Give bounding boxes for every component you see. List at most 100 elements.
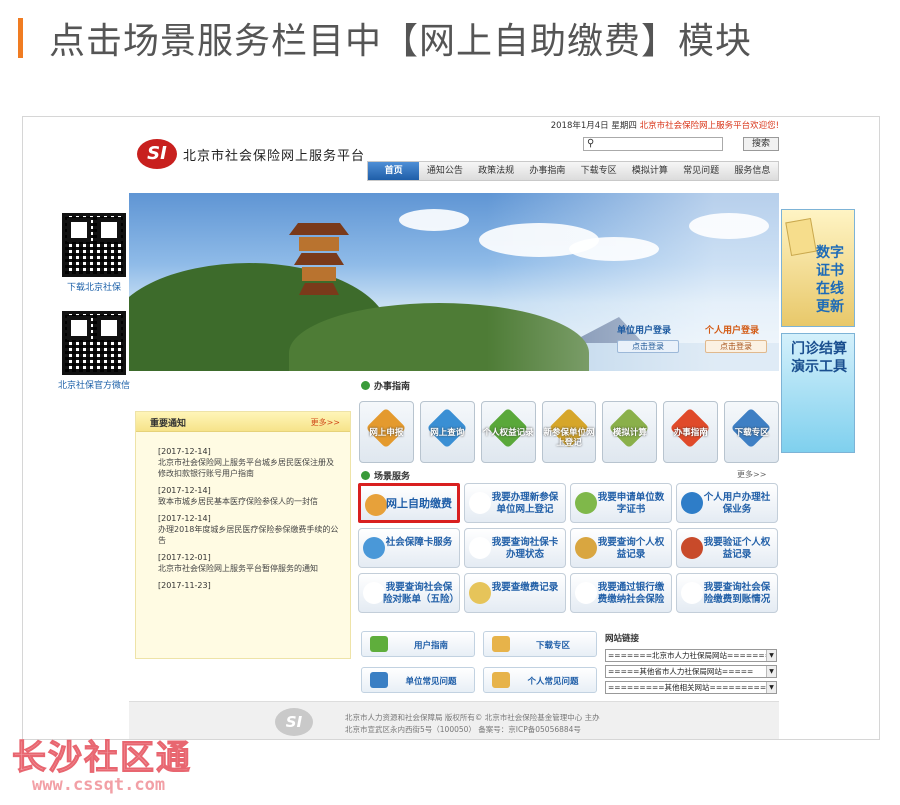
services-grid: 网上自助缴费 我要办理新参保单位网上登记 我要申请单位数字证书 个人用户办理社保业务社… bbox=[358, 483, 778, 613]
notice-more-link[interactable]: 更多>> bbox=[311, 417, 340, 428]
guide-item-register[interactable]: 新参保单位网上登记 bbox=[541, 401, 597, 463]
notice-panel: 重要通知 更多>> [2017-12-14] 北京市社会保险网上服务平台城乡居民医… bbox=[135, 411, 351, 659]
service-item[interactable]: 我要查缴费记录 bbox=[464, 573, 566, 613]
unit-faq-button[interactable]: 单位常见问题 bbox=[361, 667, 475, 693]
guide-item-download[interactable]: 下载专区 bbox=[724, 401, 780, 463]
service-item[interactable]: 我要验证个人权益记录 bbox=[676, 528, 778, 568]
qr-label-download[interactable]: 下载北京社保 bbox=[51, 280, 137, 293]
personal-login: 个人用户登录 点击登录 bbox=[705, 323, 767, 371]
service-label: 社会保障卡服务 bbox=[385, 537, 453, 548]
guide-item-declare[interactable]: 网上申报 bbox=[359, 401, 414, 463]
nav-tab-calculator[interactable]: 模拟计算 bbox=[624, 162, 675, 180]
date-text: 2018年1月4日 星期四 bbox=[550, 121, 637, 131]
service-item[interactable]: 我要查询社会保险对账单（五险） bbox=[358, 573, 460, 613]
user-guide-button[interactable]: 用户指南 bbox=[361, 631, 475, 657]
guide-icons: 网上申报 网上查询 个人权益记录 新参保单位网上登记 模拟计算 办事指南 下载专… bbox=[359, 401, 780, 463]
article-title: 点击场景服务栏目中【网上自助缴费】模块 bbox=[18, 12, 752, 64]
nav-tab-service-info[interactable]: 服务信息 bbox=[727, 162, 778, 180]
notice-list: [2017-12-14] 北京市社会保险网上服务平台城乡居民医保注册及修改扣款银行… bbox=[136, 432, 350, 591]
qr-code-icon[interactable] bbox=[62, 213, 126, 277]
list-item[interactable]: [2017-12-14] 北京市社会保险网上服务平台城乡居民医保注册及修改扣款银行… bbox=[158, 446, 340, 479]
link-select-2[interactable]: =====其他省市人力社保局网站===== ▼ bbox=[605, 665, 777, 678]
chevron-down-icon: ▼ bbox=[766, 650, 776, 661]
search-button[interactable]: 搜索 bbox=[743, 137, 779, 151]
service-label: 我要查询个人权益记录 bbox=[597, 537, 665, 560]
service-icon bbox=[681, 582, 703, 604]
watermark-name: 长沙社区通 bbox=[12, 738, 192, 779]
service-icon bbox=[365, 494, 387, 516]
services-more-link[interactable]: 更多>> bbox=[737, 469, 766, 480]
service-icon bbox=[469, 582, 491, 604]
service-item[interactable]: 我要查询个人权益记录 bbox=[570, 528, 672, 568]
services-section-title: 场景服务 bbox=[361, 469, 410, 482]
service-label: 我要申请单位数字证书 bbox=[597, 492, 665, 515]
guide-item-guide[interactable]: 办事指南 bbox=[663, 401, 719, 463]
chevron-down-icon: ▼ bbox=[766, 682, 776, 693]
guide-item-rights[interactable]: 个人权益记录 bbox=[480, 401, 536, 463]
service-item[interactable]: 我要办理新参保单位网上登记 bbox=[464, 483, 566, 523]
service-item[interactable]: 我要申请单位数字证书 bbox=[570, 483, 672, 523]
service-icon bbox=[681, 492, 703, 514]
personal-login-label: 个人用户登录 bbox=[705, 326, 760, 336]
service-icon bbox=[469, 537, 491, 559]
nav-tab-guide[interactable]: 办事指南 bbox=[522, 162, 573, 180]
nav-tab-notices[interactable]: 通知公告 bbox=[419, 162, 470, 180]
service-item[interactable]: 我要通过银行缴费缴纳社会保险 bbox=[570, 573, 672, 613]
service-label: 我要通过银行缴费缴纳社会保险 bbox=[597, 582, 665, 605]
nav-tab-home[interactable]: 首页 bbox=[368, 162, 420, 180]
site-name: 北京市社会保险网上服务平台 bbox=[183, 148, 366, 164]
list-item[interactable]: [2017-11-23] bbox=[158, 580, 340, 591]
qr-label-wechat[interactable]: 北京社保官方微信 bbox=[51, 378, 137, 391]
link-select-3[interactable]: =========其他相关网站========== ▼ bbox=[605, 681, 777, 694]
personal-login-button[interactable]: 点击登录 bbox=[705, 340, 767, 353]
service-label: 我要查询社会保险对账单（五险） bbox=[383, 582, 460, 605]
book-icon bbox=[370, 636, 388, 652]
list-item[interactable]: [2017-12-14] 办理2018年度城乡居民医疗保险参保缴费手续的公告 bbox=[158, 513, 340, 546]
portal-page: 2018年1月4日 星期四 北京市社会保险网上服务平台欢迎您! ⚲ 搜索 SI … bbox=[129, 117, 780, 739]
links-title: 网站链接 bbox=[605, 634, 640, 644]
service-icon bbox=[363, 582, 385, 604]
service-item[interactable]: 个人用户办理社保业务 bbox=[676, 483, 778, 523]
screenshot-frame: 下载北京社保 北京社保官方微信 2018年1月4日 星期四 北京市社会保险网上服… bbox=[22, 116, 880, 740]
chevron-down-icon: ▼ bbox=[766, 666, 776, 677]
nav-tab-policies[interactable]: 政策法规 bbox=[471, 162, 522, 180]
self-service-payment-button[interactable]: 网上自助缴费 bbox=[358, 483, 460, 523]
top-info-line: 2018年1月4日 星期四 北京市社会保险网上服务平台欢迎您! bbox=[551, 119, 779, 131]
service-label: 网上自助缴费 bbox=[386, 497, 452, 510]
nav-tab-downloads[interactable]: 下载专区 bbox=[573, 162, 624, 180]
service-label: 我要查询社会保险缴费到账情况 bbox=[703, 582, 771, 605]
guide-section-title: 办事指南 bbox=[361, 379, 410, 392]
search-input[interactable]: ⚲ bbox=[583, 137, 723, 151]
service-item[interactable]: 我要查询社会保险缴费到账情况 bbox=[676, 573, 778, 613]
welcome-text: 北京市社会保险网上服务平台欢迎您! bbox=[639, 121, 779, 131]
cert-update-ad[interactable]: 数字证书在线更新 bbox=[781, 209, 855, 327]
qr-code-icon[interactable] bbox=[62, 311, 126, 375]
link-select-1[interactable]: =======北京市人力社保局网站======= ▼ bbox=[605, 649, 777, 662]
watermark: 长沙社区通 www.cssqt.com bbox=[12, 730, 192, 796]
downloads-button[interactable]: 下载专区 bbox=[483, 631, 597, 657]
unit-login: 单位用户登录 点击登录 bbox=[617, 323, 679, 371]
service-icon bbox=[681, 537, 703, 559]
site-logo[interactable]: SI 北京市社会保险网上服务平台 bbox=[137, 139, 365, 169]
guide-item-calc[interactable]: 模拟计算 bbox=[602, 401, 658, 463]
section-dot-icon bbox=[361, 381, 370, 390]
footer-line-2: 北京市宣武区永内西街5号（100050） 备案号：京ICP备05056884号 bbox=[345, 725, 581, 734]
service-label: 我要验证个人权益记录 bbox=[703, 537, 771, 560]
nav-tab-faq[interactable]: 常见问题 bbox=[676, 162, 727, 180]
service-item[interactable]: 社会保障卡服务 bbox=[358, 528, 460, 568]
section-dot-icon bbox=[361, 471, 370, 480]
service-item[interactable]: 我要查询社保卡办理状态 bbox=[464, 528, 566, 568]
list-item[interactable]: [2017-12-01] 北京市社会保险网上服务平台暂停服务的通知 bbox=[158, 552, 340, 574]
clinic-demo-ad[interactable]: 门诊结算演示工具 bbox=[781, 333, 855, 453]
banner-image: 单位用户登录 点击登录 个人用户登录 点击登录 bbox=[129, 193, 779, 371]
unit-login-button[interactable]: 点击登录 bbox=[617, 340, 679, 353]
service-icon bbox=[363, 537, 385, 559]
service-icon bbox=[575, 582, 597, 604]
personal-faq-button[interactable]: 个人常见问题 bbox=[483, 667, 597, 693]
notice-title: 重要通知 bbox=[150, 419, 187, 429]
unit-login-label: 单位用户登录 bbox=[617, 326, 672, 336]
service-label: 我要查缴费记录 bbox=[491, 582, 559, 593]
service-icon bbox=[575, 537, 597, 559]
list-item[interactable]: [2017-12-14] 致本市城乡居民基本医疗保险参保人的一封信 bbox=[158, 485, 340, 507]
guide-item-query[interactable]: 网上查询 bbox=[419, 401, 475, 463]
